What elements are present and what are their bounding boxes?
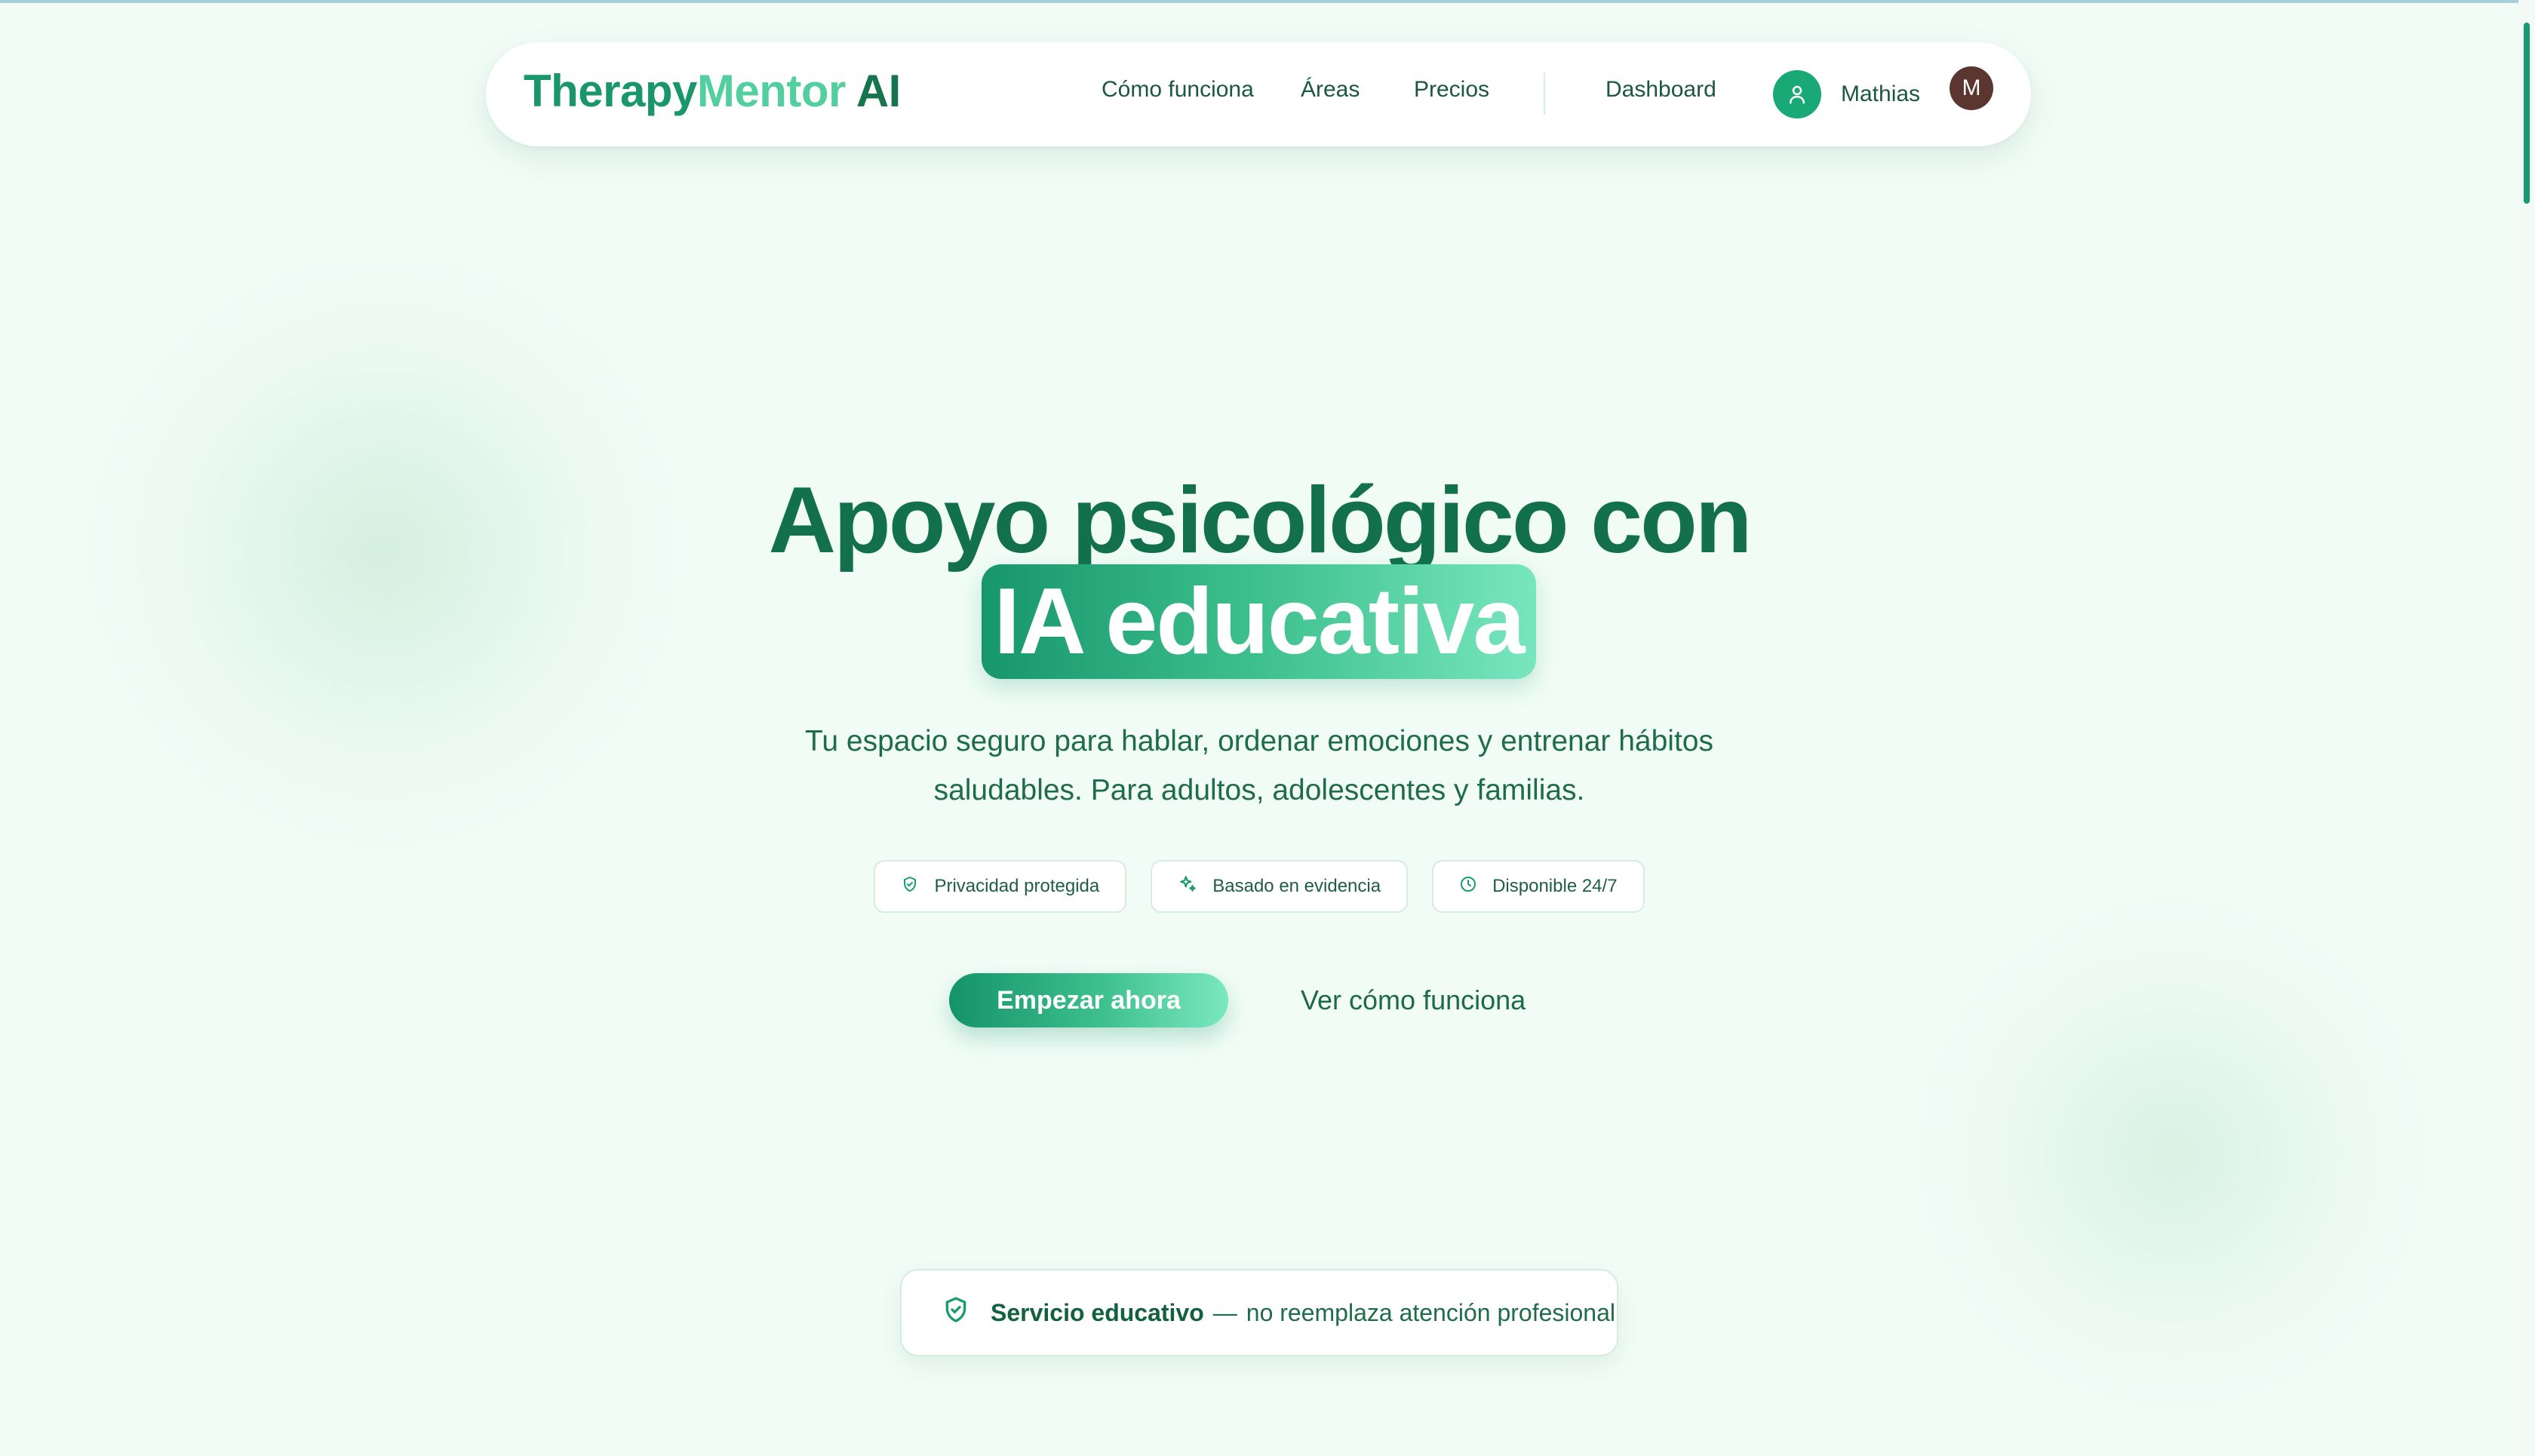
- hero-subtitle: Tu espacio seguro para hablar, ordenar e…: [805, 725, 1713, 806]
- user-name: Mathias: [1841, 81, 1921, 106]
- hero-title-line2: IA educativa: [994, 570, 1526, 674]
- window-top-border: [0, 0, 2535, 3]
- educational-service-notice: Servicio educativo — no reemplaza atenci…: [900, 1269, 1618, 1356]
- badge-availability: Disponible 24/7: [1432, 860, 1645, 913]
- nav-divider: [1544, 72, 1545, 115]
- badge-label: Basado en evidencia: [1212, 876, 1381, 896]
- clock-icon: [1459, 875, 1477, 898]
- badge-privacy: Privacidad protegida: [874, 860, 1127, 913]
- see-how-it-works-link[interactable]: Ver cómo funciona: [1301, 984, 1526, 1016]
- avatar[interactable]: M: [1950, 66, 1993, 110]
- shield-check-icon: [941, 1295, 971, 1331]
- brand-logo-ai: AI: [845, 66, 902, 116]
- user-menu[interactable]: Mathias: [1773, 68, 1920, 121]
- badge-label: Privacidad protegida: [934, 876, 1100, 896]
- nav-link-areas[interactable]: Áreas: [1301, 77, 1360, 103]
- brand-logo[interactable]: TherapyMentor AI: [524, 65, 901, 117]
- brand-logo-therapy: Therapy: [524, 66, 697, 116]
- brand-logo-mentor: Mentor: [696, 66, 846, 116]
- nav-link-como-funciona[interactable]: Cómo funciona: [1102, 77, 1254, 103]
- nav-link-dashboard[interactable]: Dashboard: [1606, 77, 1716, 103]
- background-glow-right: [1886, 868, 2460, 1441]
- sparkles-icon: [1178, 874, 1197, 899]
- shield-icon: [901, 875, 919, 898]
- notice-dash: —: [1212, 1298, 1237, 1326]
- notice-title: Servicio educativo: [991, 1298, 1204, 1326]
- badge-label: Disponible 24/7: [1492, 876, 1618, 896]
- feature-badges: Privacidad protegida Basado en evidencia…: [0, 860, 2518, 913]
- hero-actions: Empezar ahora Ver cómo funciona: [949, 973, 1526, 1027]
- page-scrollbar[interactable]: [2518, 0, 2535, 1456]
- nav-link-precios[interactable]: Precios: [1414, 77, 1489, 103]
- hero-title-highlight: IA educativa: [982, 564, 1536, 679]
- notice-text: no reemplaza atención profesional: [1246, 1298, 1615, 1326]
- scrollbar-thumb[interactable]: [2524, 23, 2530, 204]
- start-now-button[interactable]: Empezar ahora: [949, 973, 1228, 1027]
- hero-title-line1: Apoyo psicológico con: [768, 468, 1752, 573]
- badge-evidence: Basado en evidencia: [1151, 860, 1409, 913]
- user-icon: [1773, 70, 1821, 118]
- top-navbar: TherapyMentor AI Cómo funciona Áreas Pre…: [486, 42, 2031, 146]
